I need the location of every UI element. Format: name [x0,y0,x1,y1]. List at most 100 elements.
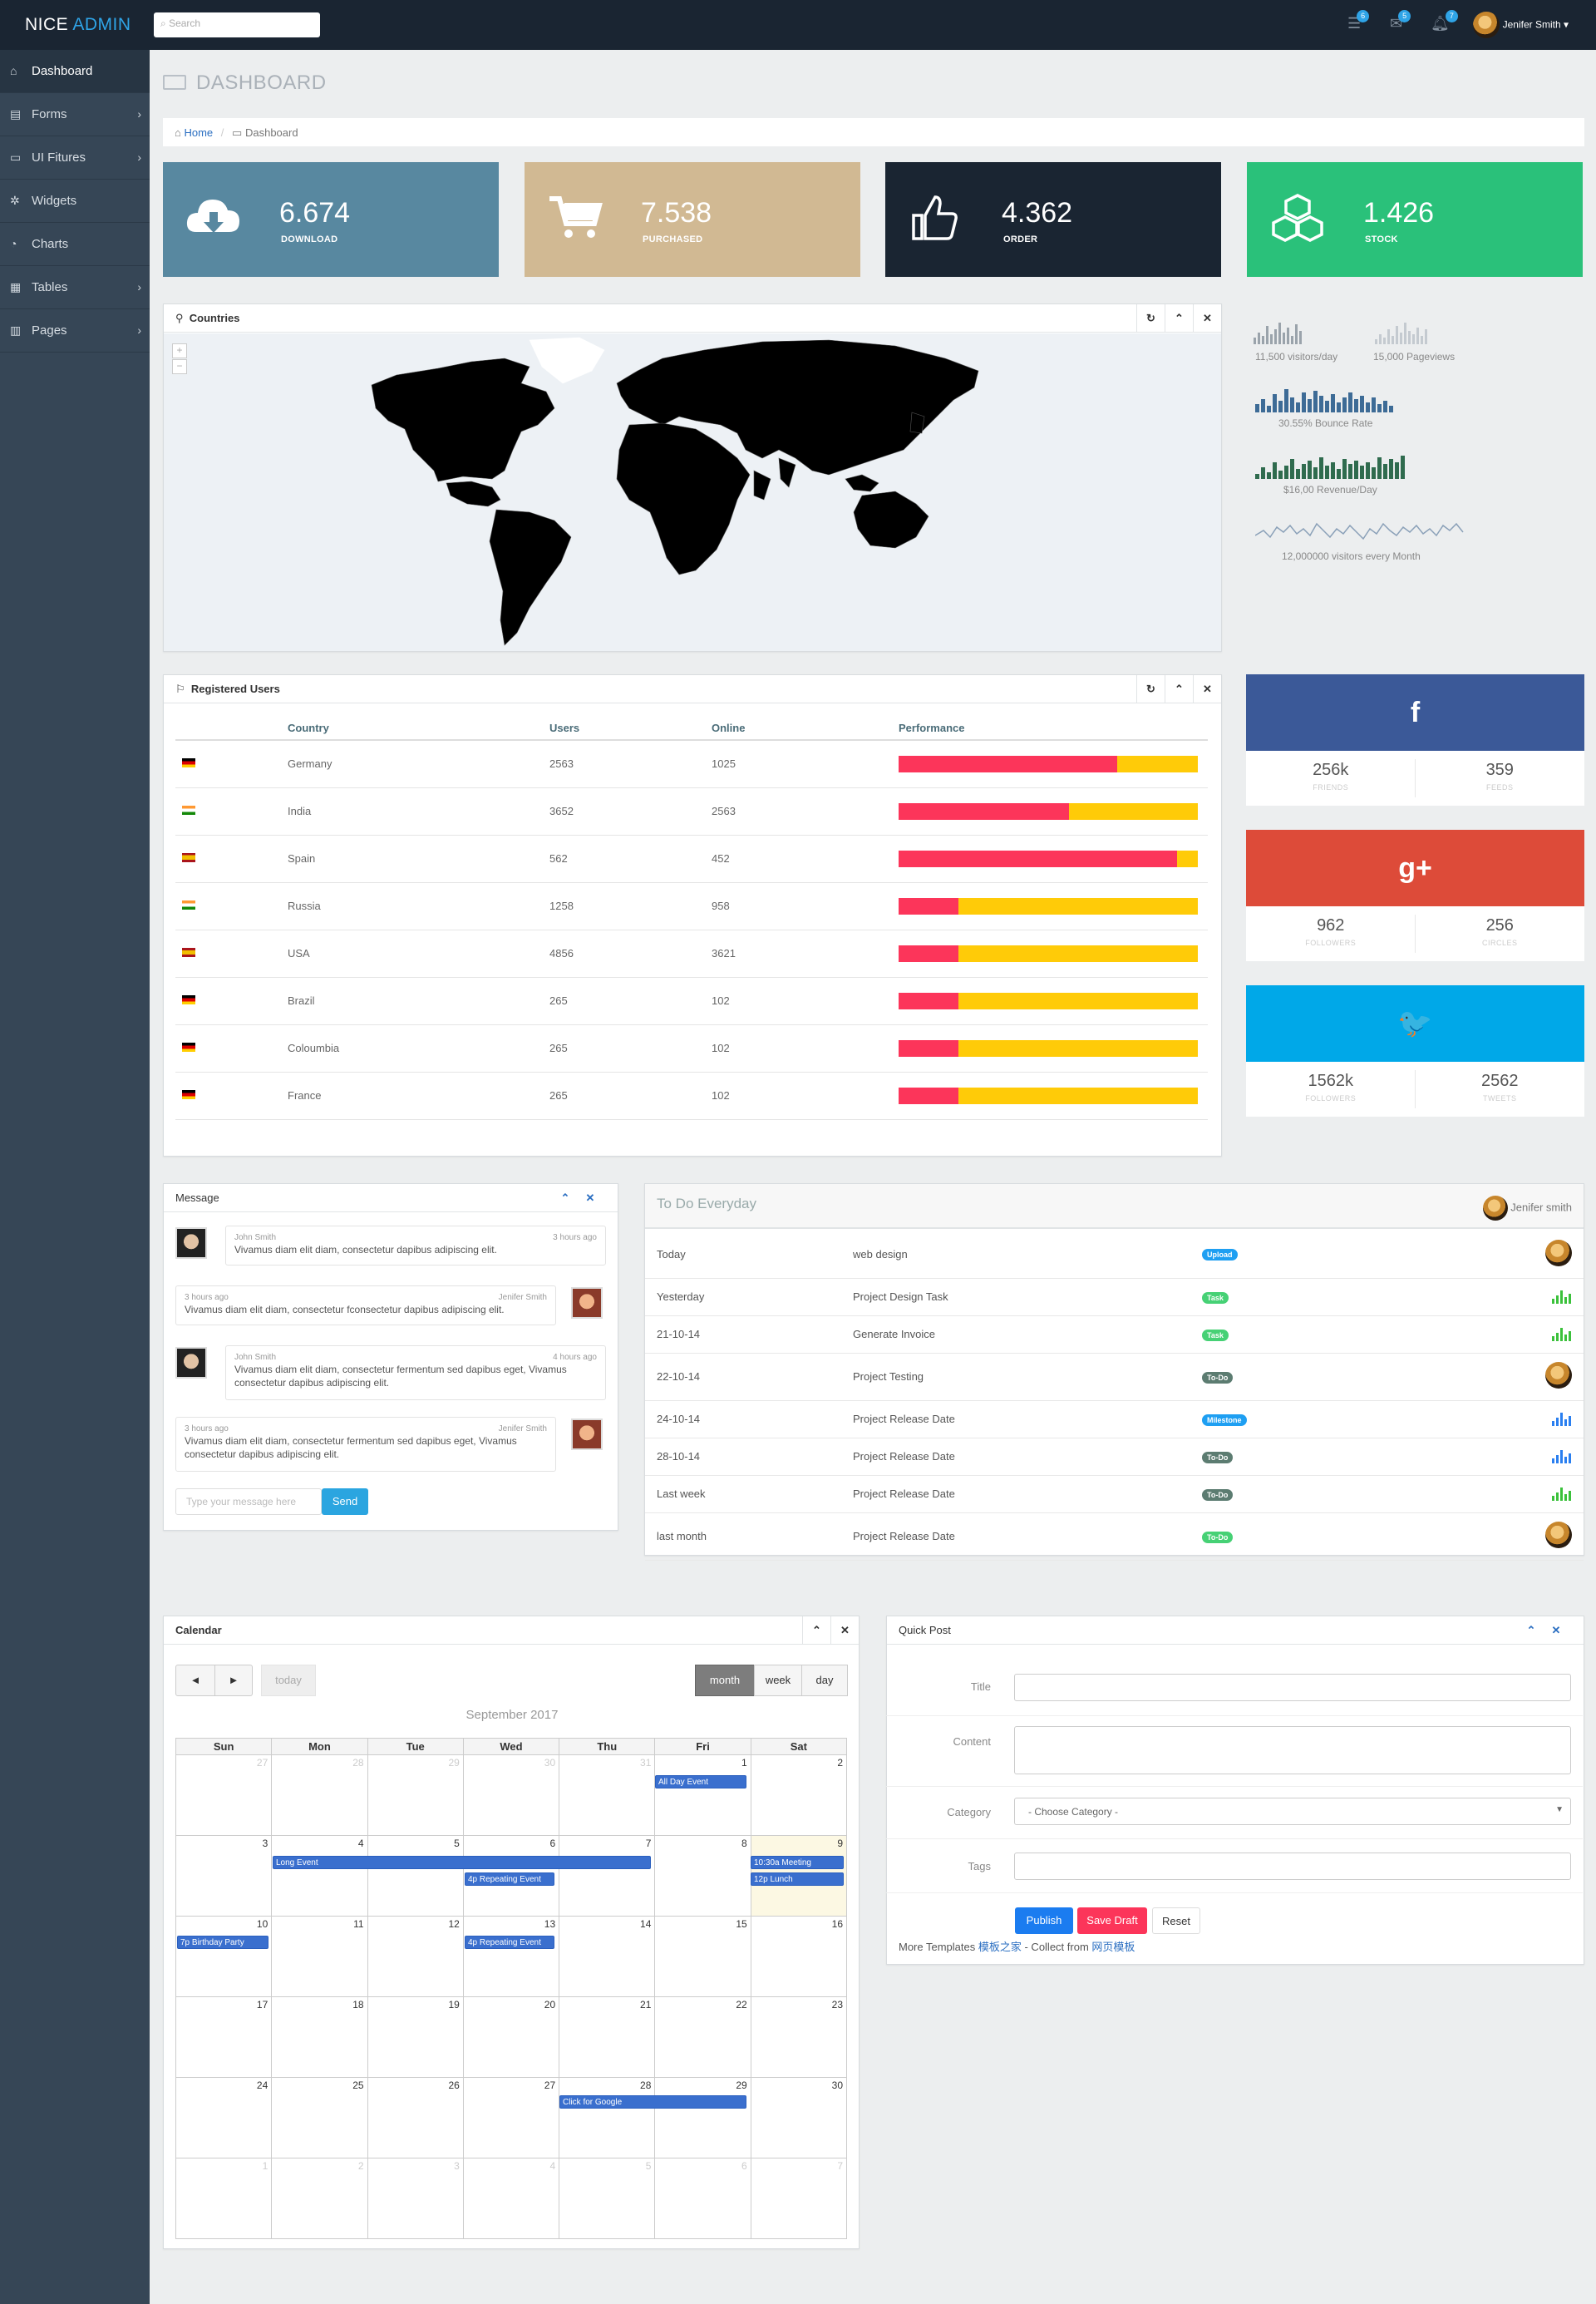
category-select[interactable]: - Choose Category - ▼ [1014,1798,1571,1825]
calendar-day-cell[interactable]: 15 [654,1916,751,1997]
calendar-day-cell[interactable]: 5 [367,1835,464,1917]
sidebar-item-charts[interactable]: ◔ Charts [0,223,150,266]
collapse-icon[interactable]: ⌃ [1165,304,1193,332]
calendar-day-cell[interactable]: 22 [654,1996,751,2078]
google-plus-icon[interactable]: g+ [1246,830,1584,906]
sidebar-item-widgets[interactable]: ✲ Widgets [0,180,150,223]
collapse-icon[interactable]: ⌃ [802,1616,830,1644]
facebook-icon[interactable]: f [1246,674,1584,751]
calendar-day-cell[interactable]: 29 [654,2077,751,2158]
todo-row[interactable]: Today web design Upload [645,1231,1584,1279]
calendar-day-cell[interactable]: 6 [654,2158,751,2239]
collapse-icon[interactable]: ⌃ [1165,675,1193,703]
calendar-day-cell[interactable]: 25 [271,2077,368,2158]
calendar-day-cell[interactable]: 21 [559,1996,656,2078]
calendar-event[interactable]: 4p Repeating Event [465,1872,554,1886]
twitter-icon[interactable]: 🐦 [1246,985,1584,1062]
calendar-day-cell[interactable]: 1 [175,2158,273,2239]
todo-row[interactable]: Yesterday Project Design Task Task [645,1278,1584,1316]
close-icon[interactable]: ✕ [1193,675,1221,703]
publish-button[interactable]: Publish [1015,1907,1073,1934]
collapse-icon[interactable]: ⌃ [1519,1616,1544,1644]
calendar-day-cell[interactable]: 28 [559,2077,656,2158]
calendar-day-cell[interactable]: 11 [271,1916,368,1997]
close-icon[interactable]: ✕ [830,1616,859,1644]
calendar-event[interactable]: 10:30a Meeting [751,1856,844,1869]
calendar-day-cell[interactable]: 18 [271,1996,368,2078]
collapse-icon[interactable]: ⌃ [553,1184,578,1211]
calendar-prev-button[interactable]: ◄ [175,1665,215,1696]
col-users[interactable]: Users [549,717,712,741]
mail-icon[interactable]: ✉ 5 [1390,10,1411,32]
calendar-day-cell[interactable]: 30 [750,2077,848,2158]
todo-row[interactable]: Last week Project Release Date To-Do [645,1475,1584,1513]
calendar-day-cell[interactable]: 17 [175,1996,273,2078]
reset-button[interactable]: Reset [1152,1907,1200,1934]
calendar-event[interactable]: 7p Birthday Party [177,1936,268,1949]
user-menu[interactable]: Jenifer Smith ▾ [1473,12,1569,38]
calendar-day-cell[interactable]: 16 [750,1916,848,1997]
calendar-day-cell[interactable]: 5 [559,2158,656,2239]
calendar-day-cell[interactable]: 14 [559,1916,656,1997]
calendar-day-cell[interactable]: 2 [271,2158,368,2239]
sidebar-item-tables[interactable]: ▦ Tables › [0,266,150,309]
template-link[interactable]: 模板之家 [978,1941,1022,1953]
calendar-day-cell[interactable]: 19 [367,1996,464,2078]
calendar-day-cell[interactable]: 23 [750,1996,848,2078]
close-icon[interactable]: ✕ [1193,304,1221,332]
brand-logo[interactable]: NICE ADMIN [25,15,131,35]
calendar-day-cell[interactable]: 13 [462,1916,560,1997]
calendar-day-cell[interactable]: 4 [271,1835,368,1917]
close-icon[interactable]: ✕ [1544,1616,1569,1644]
calendar-event[interactable]: 12p Lunch [751,1872,844,1886]
calendar-day-cell[interactable]: 3 [367,2158,464,2239]
sidebar-item-forms[interactable]: ▤ Forms › [0,93,150,136]
sidebar-item-pages[interactable]: ▥ Pages › [0,309,150,353]
calendar-day-cell[interactable]: 10 [175,1916,273,1997]
tags-input[interactable] [1014,1853,1571,1880]
calendar-day-cell[interactable]: 4 [462,2158,560,2239]
todo-row[interactable]: 22-10-14 Project Testing To-Do [645,1353,1584,1401]
calendar-day-button[interactable]: day [801,1665,848,1696]
calendar-day-cell[interactable]: 3 [175,1835,273,1917]
calendar-day-cell[interactable]: 20 [462,1996,560,2078]
calendar-day-cell[interactable]: 1 [654,1754,751,1836]
save-draft-button[interactable]: Save Draft [1077,1907,1147,1934]
calendar-day-cell[interactable]: 29 [367,1754,464,1836]
calendar-month-button[interactable]: month [695,1665,755,1696]
world-map[interactable]: + − [164,333,1221,651]
calendar-event[interactable]: Long Event [273,1856,651,1869]
breadcrumb-home[interactable]: Home [184,126,213,139]
calendar-day-cell[interactable]: 24 [175,2077,273,2158]
calendar-day-cell[interactable]: 8 [654,1835,751,1917]
calendar-day-cell[interactable]: 7 [559,1835,656,1917]
sidebar-item-ui-fitures[interactable]: ▭ UI Fitures › [0,136,150,180]
calendar-day-cell[interactable]: 7 [750,2158,848,2239]
calendar-day-cell[interactable]: 2 [750,1754,848,1836]
col-country[interactable]: Country [288,717,549,741]
calendar-day-cell[interactable]: 28 [271,1754,368,1836]
search-input[interactable]: ⌕ Search [154,12,320,37]
refresh-icon[interactable]: ↻ [1136,675,1165,703]
calendar-today-button[interactable]: today [261,1665,316,1696]
todo-row[interactable]: 28-10-14 Project Release Date To-Do [645,1438,1584,1476]
calendar-day-cell[interactable]: 27 [175,1754,273,1836]
calendar-day-cell[interactable]: 30 [462,1754,560,1836]
calendar-event[interactable]: Click for Google [559,2095,746,2109]
bell-icon[interactable]: 🔔︎ 7 [1431,10,1458,32]
sidebar-item-dashboard[interactable]: ⌂ Dashboard [0,50,150,93]
send-button[interactable]: Send [322,1488,368,1515]
calendar-event[interactable]: 4p Repeating Event [465,1936,554,1949]
col-performance[interactable]: Performance [899,717,1208,741]
tasks-icon[interactable]: ☰ 6 [1347,10,1370,32]
calendar-week-button[interactable]: week [754,1665,802,1696]
calendar-day-cell[interactable]: 26 [367,2077,464,2158]
close-icon[interactable]: ✕ [578,1184,603,1211]
refresh-icon[interactable]: ↻ [1136,304,1165,332]
todo-row[interactable]: 24-10-14 Project Release Date Milestone [645,1400,1584,1438]
todo-row[interactable]: last month Project Release Date To-Do [645,1512,1584,1561]
calendar-day-cell[interactable]: 31 [559,1754,656,1836]
collect-link[interactable]: 网页模板 [1091,1941,1135,1953]
col-online[interactable]: Online [712,717,899,741]
calendar-event[interactable]: All Day Event [655,1775,746,1788]
